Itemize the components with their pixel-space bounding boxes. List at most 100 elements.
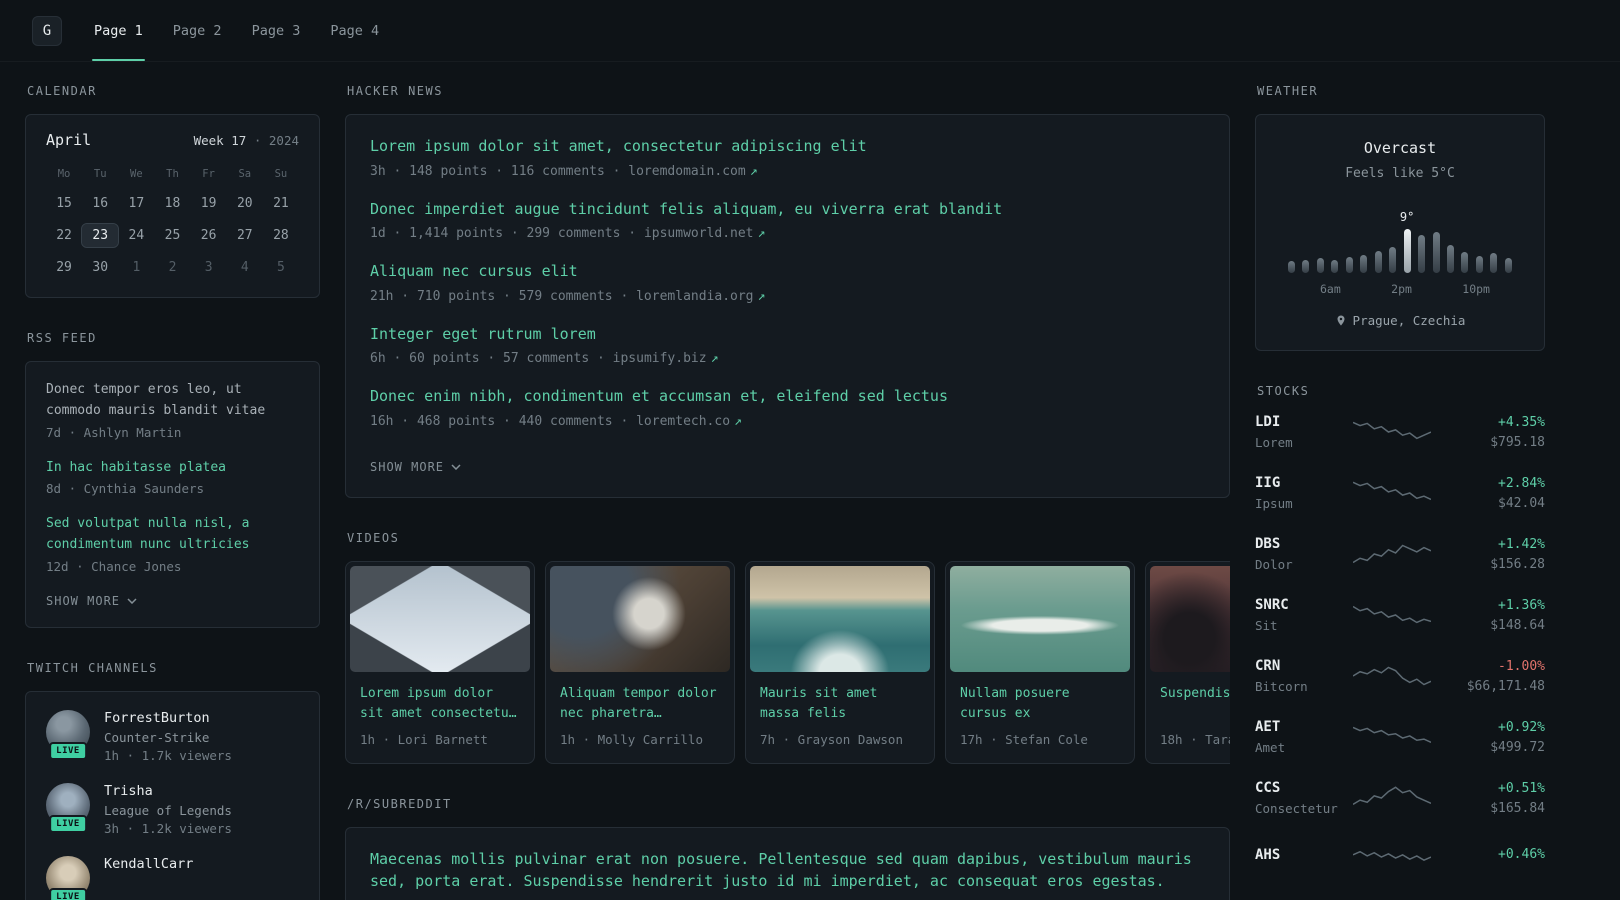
calendar-day: 17: [128, 196, 145, 211]
channel-name[interactable]: ForrestBurton: [104, 710, 232, 726]
video-thumbnail: [750, 565, 930, 672]
stock-price: $499.72: [1490, 739, 1545, 755]
hn-domain-link[interactable]: loremtech.co ↗: [636, 414, 742, 429]
stocks-header: STOCKS: [1257, 384, 1310, 398]
calendar-day: 19: [200, 196, 217, 211]
stock-row[interactable]: SNRC Sit +1.36% $148.64: [1255, 597, 1545, 633]
show-more-button[interactable]: SHOW MORE: [46, 594, 137, 608]
page-tab[interactable]: Page 2: [171, 0, 224, 61]
rss-item-meta: 8d · Cynthia Saunders: [46, 481, 205, 497]
hn-item: Lorem ipsum dolor sit amet, consectetur …: [370, 135, 1205, 179]
weather-feels-like: Feels like 5°C: [1345, 166, 1455, 181]
subreddit-post: Maecenas mollis pulvinar erat non posuer…: [370, 848, 1205, 900]
calendar-day-name: Fr: [202, 168, 215, 180]
channel-name[interactable]: Trisha: [104, 783, 232, 799]
stock-change: -1.00%: [1498, 658, 1545, 674]
weather-header: WEATHER: [1257, 84, 1319, 98]
hn-domain-link[interactable]: loremdomain.com ↗: [628, 164, 757, 179]
video-title[interactable]: Mauris sit amet massa felis: [760, 684, 920, 725]
weather-bar: [1446, 245, 1454, 273]
rss-item[interactable]: Sed volutpat nulla nisl, a condimentum n…: [46, 514, 299, 574]
stock-row[interactable]: LDI Lorem +4.35% $795.18: [1255, 414, 1545, 450]
video-card[interactable]: Suspendisse diam 18h · Tara: [1145, 560, 1230, 764]
twitch-channel[interactable]: LIVE KendallCarr: [46, 855, 299, 900]
app-logo[interactable]: G: [32, 15, 62, 46]
stock-name: Ipsum: [1255, 496, 1293, 511]
weather-bar: [1374, 251, 1382, 273]
external-link-icon: ↗: [749, 163, 758, 179]
channel-name[interactable]: KendallCarr: [104, 856, 193, 872]
hn-title-link[interactable]: Integer eget rutrum lorem: [370, 323, 1205, 346]
stock-row[interactable]: AHS +0.46%: [1255, 841, 1545, 873]
video-thumbnail: [350, 565, 530, 672]
stock-change: +0.46%: [1498, 847, 1545, 862]
stock-name: Sit: [1255, 618, 1278, 633]
stock-row[interactable]: IIG Ipsum +2.84% $42.04: [1255, 475, 1545, 511]
hn-title-link[interactable]: Lorem ipsum dolor sit amet, consectetur …: [370, 135, 1205, 158]
stock-ticker: DBS: [1255, 536, 1281, 552]
hn-item-meta: 6h · 60 points · 57 comments ·: [370, 351, 613, 366]
weather-bar: [1461, 252, 1469, 273]
weather-bar: [1360, 255, 1368, 273]
video-card[interactable]: Aliquam tempor dolor nec pharetra… 1h · …: [545, 560, 735, 764]
rss-item[interactable]: Donec tempor eros leo, ut commodo mauris…: [46, 380, 299, 440]
stock-row[interactable]: DBS Dolor +1.42% $156.28: [1255, 536, 1545, 572]
weather-widget: WEATHER Overcast Feels like 5°C 9° 6am 2…: [1255, 84, 1545, 351]
weather-bar: [1504, 258, 1512, 273]
avatar-wrap: LIVE: [46, 709, 90, 760]
page-tab[interactable]: Page 3: [250, 0, 303, 61]
rss-item[interactable]: In hac habitasse platea 8d · Cynthia Sau…: [46, 458, 299, 497]
hn-title-link[interactable]: Aliquam nec cursus elit: [370, 260, 1205, 283]
video-title[interactable]: Aliquam tempor dolor nec pharetra…: [560, 684, 720, 725]
video-title[interactable]: Lorem ipsum dolor sit amet consectetu…: [360, 684, 520, 725]
weather-bar: [1475, 256, 1483, 273]
hn-title-link[interactable]: Donec enim nibh, condimentum et accumsan…: [370, 385, 1205, 408]
video-card[interactable]: Mauris sit amet massa felis 7h · Grayson…: [745, 560, 935, 764]
stock-sparkline: [1353, 481, 1431, 501]
hn-domain-link[interactable]: ipsumify.biz ↗: [613, 351, 719, 366]
calendar-header: CALENDAR: [27, 84, 97, 98]
topbar: G Page 1 Page 2 Page 3 Page 4: [0, 0, 1620, 62]
video-title[interactable]: Nullam posuere cursus ex: [960, 684, 1120, 725]
twitch-card: LIVE ForrestBurton Counter-Strike 1h · 1…: [25, 690, 320, 900]
channel-meta: 1h · 1.7k viewers: [104, 747, 232, 763]
show-more-button[interactable]: SHOW MORE: [370, 460, 461, 474]
stock-name: Dolor: [1255, 557, 1293, 572]
hn-domain-link[interactable]: loremlandia.org ↗: [636, 289, 765, 304]
calendar-day-name: Th: [166, 168, 179, 180]
stock-name: Lorem: [1255, 435, 1293, 450]
subreddit-widget: /R/SUBREDDIT Maecenas mollis pulvinar er…: [345, 797, 1230, 900]
calendar-card: April Week 17 · 2024 Mo Tu We Th Fr Sa S…: [25, 114, 320, 298]
hn-title-link[interactable]: Donec imperdiet augue tincidunt felis al…: [370, 198, 1205, 221]
rss-item-title[interactable]: In hac habitasse platea: [46, 458, 299, 479]
stock-row[interactable]: CCS Consectetur +0.51% $165.84: [1255, 780, 1545, 816]
external-link-icon: ↗: [757, 288, 766, 304]
video-card[interactable]: Lorem ipsum dolor sit amet consectetu… 1…: [345, 560, 535, 764]
twitch-channel[interactable]: LIVE ForrestBurton Counter-Strike 1h · 1…: [46, 709, 299, 763]
calendar-day: 29: [56, 260, 72, 275]
video-card[interactable]: Nullam posuere cursus ex 17h · Stefan Co…: [945, 560, 1135, 764]
hn-domain-link[interactable]: ipsumworld.net ↗: [644, 226, 765, 241]
hn-item: Integer eget rutrum lorem 6h · 60 points…: [370, 323, 1205, 367]
calendar-day-name: Mo: [57, 168, 71, 180]
page-tab[interactable]: Page 4: [328, 0, 381, 61]
subreddit-title-link[interactable]: Maecenas mollis pulvinar erat non posuer…: [370, 848, 1205, 893]
external-link-icon: ↗: [757, 226, 766, 241]
calendar-day: 23: [81, 223, 120, 248]
rss-item-title[interactable]: Sed volutpat nulla nisl, a condimentum n…: [46, 514, 299, 556]
calendar-day: 28: [273, 228, 289, 243]
rss-item-title[interactable]: Donec tempor eros leo, ut commodo mauris…: [46, 380, 299, 422]
calendar-day: 2: [168, 260, 177, 275]
stock-row[interactable]: CRN Bitcorn -1.00% $66,171.48: [1255, 658, 1545, 694]
twitch-channel[interactable]: LIVE Trisha League of Legends 3h · 1.2k …: [46, 782, 299, 836]
hn-item-meta: 21h · 710 points · 579 comments ·: [370, 288, 637, 304]
weather-location: Prague, Czechia: [1276, 313, 1524, 328]
video-title[interactable]: Suspendisse diam: [1160, 684, 1230, 725]
page-tab[interactable]: Page 1: [92, 0, 145, 61]
calendar-day-name: We: [130, 168, 143, 180]
video-thumbnail: [550, 565, 730, 672]
stock-name: Amet: [1255, 740, 1286, 755]
stock-price: $66,171.48: [1466, 678, 1545, 694]
calendar-day: 1: [132, 260, 141, 275]
stock-row[interactable]: AET Amet +0.92% $499.72: [1255, 719, 1545, 755]
